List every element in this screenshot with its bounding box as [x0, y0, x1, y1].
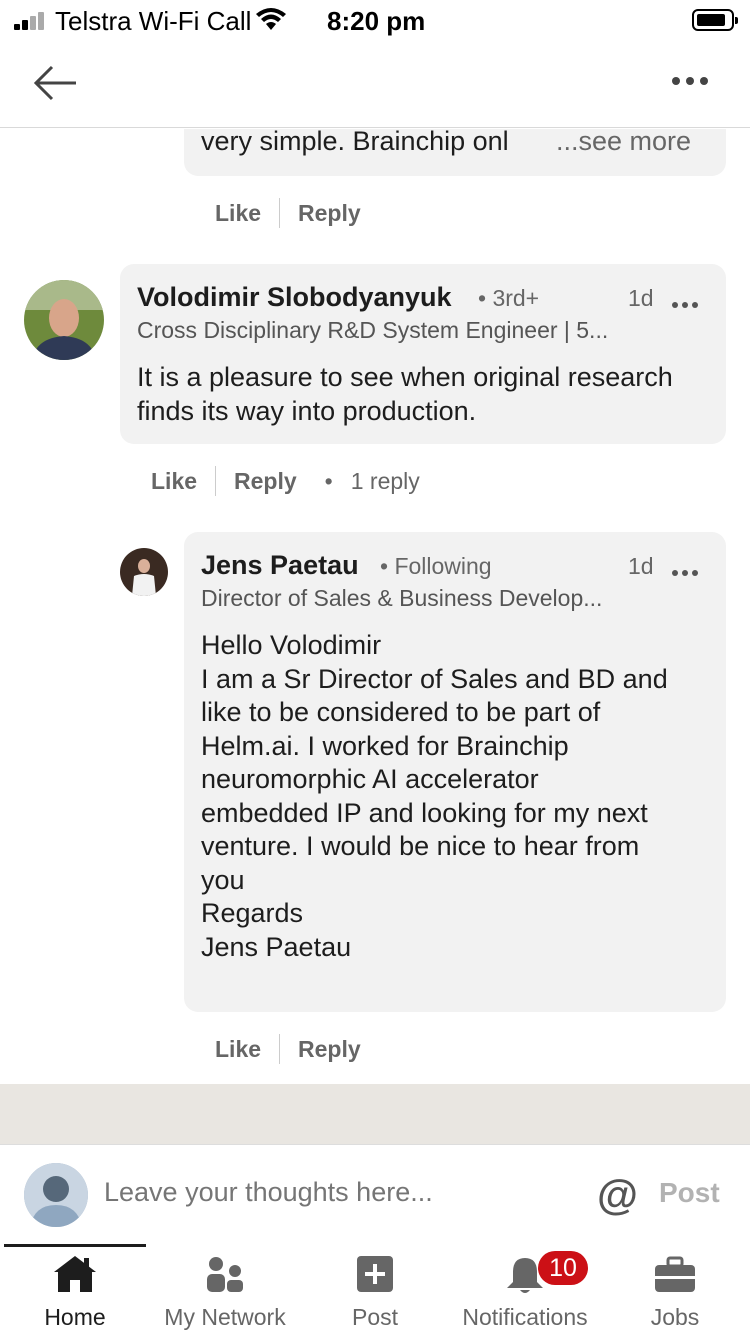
reply-line: Regards: [201, 898, 304, 928]
wifi-icon: [256, 8, 286, 30]
divider: [215, 466, 217, 496]
divider: [279, 1034, 281, 1064]
tab-post[interactable]: Post: [300, 1244, 450, 1334]
divider: [279, 198, 281, 228]
tab-label: My Network: [164, 1304, 286, 1330]
commenter-headline: Cross Disciplinary R&D System Engineer |…: [137, 317, 609, 343]
bullet-separator: •: [324, 467, 333, 494]
back-arrow-icon[interactable]: [30, 62, 80, 104]
reply-text: Hello Volodimir I am a Sr Director of Sa…: [201, 629, 721, 964]
post-comment-button[interactable]: Post: [659, 1177, 720, 1209]
connection-degree: • 3rd+: [478, 285, 540, 311]
reply-line: embedded IP and looking for my next: [201, 797, 648, 828]
post-icon: [357, 1256, 393, 1292]
comment-time: 1d: [628, 285, 654, 311]
following-status: • Following: [380, 553, 492, 579]
carrier-name: Telstra Wi-Fi Call: [55, 6, 252, 36]
reply-line: I am a Sr Director of Sales and BD and: [201, 663, 668, 694]
previous-comment-actions: Like Reply: [215, 196, 361, 230]
signal-icon: [14, 12, 48, 30]
clock: 8:20 pm: [327, 6, 426, 36]
tab-my-network[interactable]: My Network: [150, 1244, 300, 1334]
commenter-name[interactable]: Volodimir Slobodyanyuk: [137, 282, 452, 313]
comment-compose-bar: @ Post: [0, 1144, 750, 1244]
reply-line: Helm.ai. I worked for Brainchip: [201, 730, 569, 761]
reply-time: 1d: [628, 553, 654, 579]
reply-button[interactable]: Reply: [298, 200, 361, 227]
reply-options-icon[interactable]: [672, 563, 712, 576]
reply-line: Jens Paetau: [201, 931, 352, 962]
battery-icon: [692, 9, 738, 31]
like-button[interactable]: Like: [215, 200, 261, 227]
reply-line: you: [201, 864, 245, 895]
home-icon: [54, 1256, 96, 1292]
reply-button[interactable]: Reply: [298, 1036, 361, 1063]
tab-label: Post: [351, 1304, 399, 1330]
mention-icon[interactable]: @: [597, 1171, 638, 1219]
reply-count-link[interactable]: 1 reply: [351, 468, 420, 495]
comment-actions: Like Reply • 1 reply: [151, 464, 420, 498]
reply-author-name[interactable]: Jens Paetau: [201, 550, 359, 581]
network-icon: [207, 1257, 243, 1292]
like-button[interactable]: Like: [215, 1036, 261, 1063]
like-button[interactable]: Like: [151, 468, 197, 495]
more-options-icon[interactable]: [672, 72, 716, 92]
tab-label: Jobs: [650, 1304, 700, 1330]
previous-comment-text: very simple. Brainchip onl: [201, 129, 509, 156]
avatar[interactable]: [24, 280, 104, 360]
notifications-badge: 10: [538, 1251, 588, 1285]
section-divider: [0, 1084, 750, 1144]
comment-text: It is a pleasure to see when original re…: [137, 362, 673, 426]
see-more-link[interactable]: ...see more: [556, 129, 691, 159]
comments-thread: very simple. Brainchip onl ...see more L…: [0, 129, 750, 1084]
avatar[interactable]: [120, 548, 168, 596]
bottom-tab-bar: Home My Network Post Notifications Jobs: [0, 1244, 750, 1334]
reply-line: venture. I would be nice to hear from: [201, 831, 640, 861]
comment-options-icon[interactable]: [672, 295, 712, 308]
status-bar: Telstra Wi-Fi Call 8:20 pm: [0, 0, 750, 42]
briefcase-icon: [655, 1256, 695, 1292]
reply-line: like to be considered to be part of: [201, 697, 601, 727]
tab-label: Notifications: [462, 1304, 588, 1330]
tab-jobs[interactable]: Jobs: [600, 1244, 750, 1334]
reply-actions: Like Reply: [215, 1032, 361, 1066]
tab-home[interactable]: Home: [0, 1244, 150, 1334]
reply-line: neuromorphic AI accelerator: [201, 764, 539, 794]
tab-label: Home: [44, 1304, 106, 1330]
reply-button[interactable]: Reply: [234, 468, 297, 495]
reply-author-headline: Director of Sales & Business Develop...: [201, 585, 603, 611]
reply-line: Hello Volodimir: [201, 630, 382, 660]
user-avatar: [24, 1163, 88, 1227]
nav-header: [0, 42, 750, 128]
comment-input[interactable]: [104, 1177, 564, 1208]
